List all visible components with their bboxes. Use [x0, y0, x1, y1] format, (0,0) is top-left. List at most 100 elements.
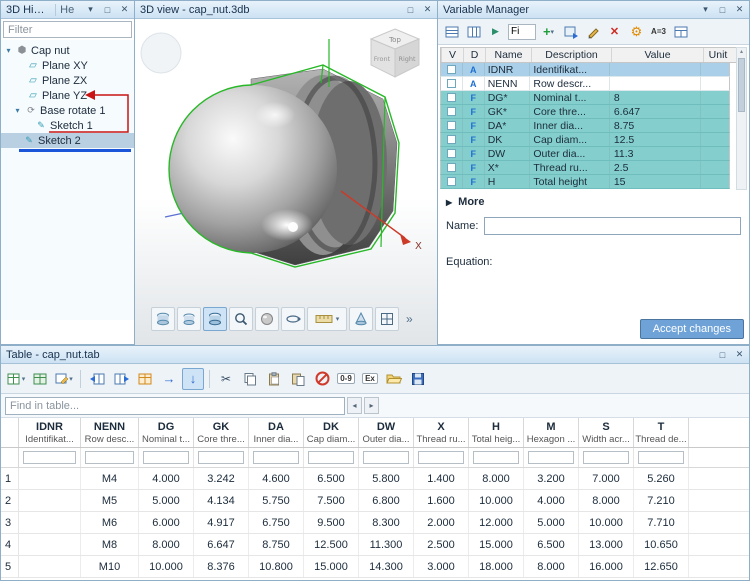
variable-unit[interactable]	[701, 105, 729, 118]
visibility-checkbox[interactable]	[447, 149, 456, 158]
cell[interactable]: 6.647	[194, 534, 249, 555]
cell[interactable]: 4.600	[249, 468, 304, 489]
cell[interactable]: 6.500	[304, 468, 359, 489]
variable-unit[interactable]	[701, 91, 729, 104]
cell[interactable]: 10.000	[579, 512, 634, 533]
formula-display-button[interactable]: A=3	[649, 22, 668, 42]
variable-unit[interactable]	[701, 119, 729, 132]
viewport-3d[interactable]: Top Front Right	[135, 19, 437, 345]
more-expander[interactable]: ▶ More	[438, 189, 749, 212]
cell[interactable]: 7.000	[579, 468, 634, 489]
variable-name[interactable]: H	[485, 175, 531, 188]
column-filter-input[interactable]	[363, 451, 409, 464]
cell[interactable]: 4.000	[139, 468, 194, 489]
zoom-tool-button[interactable]	[229, 307, 253, 331]
add-variable-button[interactable]: + ▾	[539, 22, 558, 42]
column-header[interactable]: X Thread ru...	[414, 418, 469, 447]
variable-row[interactable]: F X* Thread ru... 2.5	[440, 161, 730, 175]
collapse-caret-icon[interactable]: ▾	[13, 106, 22, 115]
visibility-checkbox[interactable]	[447, 65, 456, 74]
variable-description[interactable]: Cap diam...	[530, 133, 609, 146]
variable-value[interactable]: 6.647	[610, 105, 701, 118]
variable-description[interactable]: Thread ru...	[530, 161, 609, 174]
toolbar-overflow-button[interactable]: »	[406, 312, 413, 326]
edit-table-button[interactable]: ▾	[53, 368, 75, 390]
column-filter-input[interactable]	[198, 451, 244, 464]
cell[interactable]: 11.300	[359, 534, 414, 555]
variable-name[interactable]: DW	[485, 147, 531, 160]
column-filter-input[interactable]	[85, 451, 134, 464]
cell[interactable]: 10.800	[249, 556, 304, 577]
close-button[interactable]: ✕	[118, 4, 131, 15]
variable-row[interactable]: F GK* Core thre... 6.647	[440, 105, 730, 119]
cell[interactable]: M5	[81, 490, 139, 511]
extrude-tool-button[interactable]	[151, 307, 175, 331]
vm-column-header[interactable]: Unit	[704, 48, 732, 62]
cell[interactable]: 1.400	[414, 468, 469, 489]
cell[interactable]: 1.600	[414, 490, 469, 511]
column-header[interactable]: DW Outer dia...	[359, 418, 414, 447]
paste-append-button[interactable]	[287, 368, 309, 390]
view-columns-button[interactable]	[464, 22, 483, 42]
cell[interactable]: 8.000	[579, 490, 634, 511]
cell[interactable]: 8.000	[469, 468, 524, 489]
load-row-button[interactable]: ↓	[182, 368, 204, 390]
cell[interactable]: 4.917	[194, 512, 249, 533]
cell[interactable]: 8.000	[139, 534, 194, 555]
new-table-button[interactable]: ▾	[5, 368, 27, 390]
variable-name[interactable]: X*	[485, 161, 531, 174]
apply-row-button[interactable]: →	[158, 368, 180, 390]
variable-name[interactable]: DK	[485, 133, 531, 146]
cell[interactable]: 10.000	[139, 556, 194, 577]
variable-name[interactable]: IDNR	[485, 63, 531, 76]
cell[interactable]: 12.500	[304, 534, 359, 555]
variable-description[interactable]: Identifikat...	[530, 63, 609, 76]
cell[interactable]: 3.242	[194, 468, 249, 489]
variable-description[interactable]: Core thre...	[530, 105, 609, 118]
cell[interactable]: 7.710	[634, 512, 689, 533]
variable-unit[interactable]	[701, 147, 729, 160]
cell[interactable]	[19, 534, 81, 555]
cell[interactable]: 3.200	[524, 468, 579, 489]
variable-row[interactable]: F H Total height 15	[440, 175, 730, 189]
column-filter-input[interactable]	[528, 451, 574, 464]
open-file-button[interactable]	[383, 368, 405, 390]
table-view-button[interactable]	[29, 368, 51, 390]
cell[interactable]: 6.750	[249, 512, 304, 533]
column-filter-input[interactable]	[143, 451, 189, 464]
column-header[interactable]: S Width acr...	[579, 418, 634, 447]
vm-filter-input[interactable]	[508, 24, 536, 40]
cell[interactable]: M4	[81, 468, 139, 489]
row-number[interactable]: 3	[1, 512, 19, 533]
column-header[interactable]: IDNR Identifikat...	[19, 418, 81, 447]
shading-button[interactable]	[255, 307, 279, 331]
paste-button[interactable]	[263, 368, 285, 390]
find-in-table-input[interactable]	[5, 397, 345, 415]
cell[interactable]: 4.000	[524, 490, 579, 511]
cell[interactable]: 2.000	[414, 512, 469, 533]
row-number[interactable]: 1	[1, 468, 19, 489]
column-filter-input[interactable]	[253, 451, 299, 464]
cell[interactable]: 2.500	[414, 534, 469, 555]
maximize-button[interactable]: □	[716, 5, 729, 15]
column-filter-input[interactable]	[473, 451, 519, 464]
revolve-tool-button[interactable]	[177, 307, 201, 331]
column-filter-input[interactable]	[418, 451, 464, 464]
variable-name[interactable]: DA*	[485, 119, 531, 132]
cell[interactable]: 6.500	[524, 534, 579, 555]
variable-row[interactable]: F DA* Inner dia... 8.75	[440, 119, 730, 133]
variable-name-input[interactable]	[484, 217, 741, 235]
insert-column-left-button[interactable]	[86, 368, 108, 390]
cell[interactable]: 9.500	[304, 512, 359, 533]
visibility-checkbox[interactable]	[447, 93, 456, 102]
cone-tool-button[interactable]	[349, 307, 373, 331]
tree-item-plane-zx[interactable]: ▱ Plane ZX	[1, 73, 134, 88]
vm-column-header[interactable]: D	[464, 48, 486, 62]
apply-variables-button[interactable]: ▶	[486, 22, 505, 42]
column-filter-input[interactable]	[583, 451, 629, 464]
variable-description[interactable]: Inner dia...	[530, 119, 609, 132]
variable-row[interactable]: F DW Outer dia... 11.3	[440, 147, 730, 161]
history-filter-input[interactable]	[3, 21, 132, 38]
tree-item-sketch-2[interactable]: ✎ Sketch 2	[1, 133, 134, 148]
header-corner[interactable]	[1, 418, 19, 447]
